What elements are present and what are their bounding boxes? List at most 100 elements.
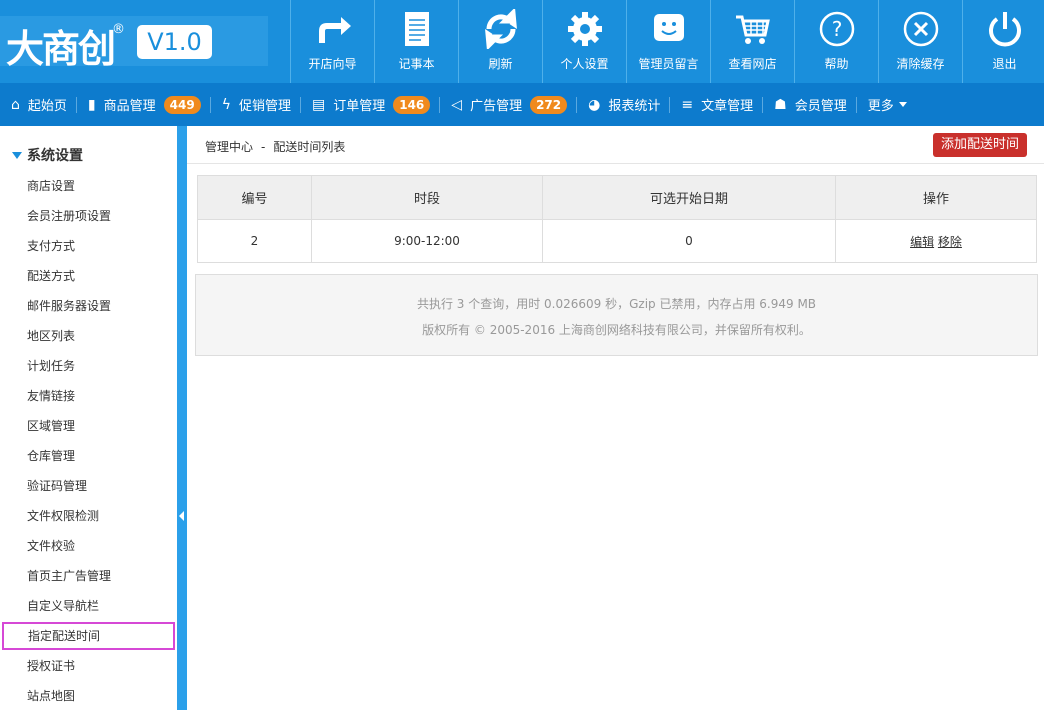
topnav-logout[interactable]: 退出 xyxy=(962,0,1044,83)
sidebar-collapse-handle[interactable] xyxy=(177,126,187,710)
clipboard-icon: ▤ xyxy=(311,96,326,113)
main-menu-bar: ⌂ 起始页 ▮ 商品管理 449 ϟ 促销管理 ▤ 订单管理 146 ◁ 广告管… xyxy=(0,83,1044,126)
power-icon xyxy=(988,12,1021,47)
table-row: 2 9:00-12:00 0 编辑 移除 xyxy=(197,219,1037,263)
sidebar-item[interactable]: 首页主广告管理 xyxy=(0,561,177,591)
sidebar-item[interactable]: 会员注册项设置 xyxy=(0,201,177,231)
menu-label: 会员管理 xyxy=(794,99,847,114)
breadcrumb: 管理中心 - 配送时间列表 xyxy=(205,138,345,155)
menu-label: 订单管理 xyxy=(333,99,386,114)
menu-promotion[interactable]: ϟ 促销管理 xyxy=(211,83,300,126)
sidebar-item[interactable]: 验证码管理 xyxy=(0,471,177,501)
sidebar-item[interactable]: 支付方式 xyxy=(0,231,177,261)
menu-goods[interactable]: ▮ 商品管理 449 xyxy=(77,83,210,126)
query-stats: 共执行 3 个查询，用时 0.026609 秒，Gzip 已禁用，内存占用 6.… xyxy=(416,297,817,311)
breadcrumb-root[interactable]: 管理中心 xyxy=(205,140,253,154)
sidebar: 系统设置 商店设置 会员注册项设置 支付方式 配送方式 邮件服务器设置 地区列表 计划任务友… xyxy=(0,126,177,710)
cell-period: 9:00-12:00 xyxy=(311,219,543,263)
sidebar-item[interactable]: 自定义导航栏 xyxy=(0,591,177,621)
sidebar-item[interactable]: 配送方式 xyxy=(0,261,177,291)
svg-text:?: ? xyxy=(831,17,842,41)
cart-icon xyxy=(735,15,770,44)
topnav-label: 管理员留言 xyxy=(638,57,699,71)
menu-label: 文章管理 xyxy=(701,99,754,114)
sidebar-section-title[interactable]: 系统设置 xyxy=(12,145,83,165)
sidebar-item[interactable]: 指定配送时间 xyxy=(1,621,176,651)
top-header: 大商创 ® V1.0 开店向导 记事本 刷新 个人设置 管理员留言 查看网店 ?… xyxy=(0,0,1044,83)
sidebar-item[interactable]: 文件权限检测 xyxy=(0,501,177,531)
sidebar-item[interactable]: 商店设置 xyxy=(0,171,177,201)
menu-orders[interactable]: ▤ 订单管理 146 xyxy=(301,83,439,126)
sidebar-item[interactable]: 地区列表 xyxy=(0,321,177,351)
count-badge: 146 xyxy=(393,95,431,114)
notepad-icon xyxy=(404,12,429,46)
topnav-label: 帮助 xyxy=(824,57,849,71)
sidebar-item[interactable]: 友情链接 xyxy=(0,381,177,411)
sidebar-item[interactable]: 授权证书 xyxy=(0,651,177,681)
count-badge: 272 xyxy=(530,95,568,114)
column-header-period: 时段 xyxy=(311,175,543,220)
collapse-arrow-icon xyxy=(179,511,184,521)
menu-more[interactable]: 更多 xyxy=(857,83,916,126)
topnav-clear-cache[interactable]: 清除缓存 xyxy=(878,0,962,83)
breadcrumb-current: 配送时间列表 xyxy=(273,140,346,154)
folder-icon: ▮ xyxy=(87,96,96,113)
breadcrumb-bar: 管理中心 - 配送时间列表 添加配送时间 xyxy=(187,126,1044,164)
chevron-down-icon xyxy=(898,102,907,107)
menu-reports[interactable]: ◕ 报表统计 xyxy=(577,83,669,126)
remove-link[interactable]: 移除 xyxy=(938,235,962,249)
sidebar-item[interactable]: 站点地图 xyxy=(0,681,177,710)
table-header-row: 编号 时段 可选开始日期 操作 xyxy=(197,175,1037,220)
logo[interactable]: 大商创 ® V1.0 xyxy=(0,16,268,71)
copyright: 版权所有 © 2005-2016 上海商创网络科技有限公司，并保留所有权利。 xyxy=(422,323,811,337)
logo-text: 大商创 xyxy=(6,26,116,71)
topnav-label: 查看网店 xyxy=(728,57,777,71)
topnav-label: 个人设置 xyxy=(560,57,609,71)
menu-label: 起始页 xyxy=(27,99,67,114)
sidebar-list: 商店设置 会员注册项设置 支付方式 配送方式 邮件服务器设置 地区列表 计划任务 友情链接 区域… xyxy=(0,171,177,710)
topnav-refresh[interactable]: 刷新 xyxy=(458,0,542,83)
menu-articles[interactable]: ≡ 文章管理 xyxy=(670,83,762,126)
menu-members[interactable]: ☗ 会员管理 xyxy=(763,83,856,126)
topnav-label: 刷新 xyxy=(488,57,513,71)
version-badge: V1.0 xyxy=(137,25,212,59)
count-badge: 449 xyxy=(163,95,201,114)
menu-ads[interactable]: ◁ 广告管理 272 xyxy=(440,83,576,126)
gear-icon xyxy=(567,12,602,46)
menu-label: 广告管理 xyxy=(470,99,523,114)
refresh-icon xyxy=(484,9,517,49)
topnav-notepad[interactable]: 记事本 xyxy=(374,0,458,83)
list-icon: ≡ xyxy=(681,96,694,113)
lightning-icon: ϟ xyxy=(221,96,231,113)
sidebar-item[interactable]: 区域管理 xyxy=(0,411,177,441)
menu-label: 商品管理 xyxy=(103,99,156,114)
topnav-help[interactable]: ? 帮助 xyxy=(794,0,878,83)
topnav-admin-message[interactable]: 管理员留言 xyxy=(626,0,710,83)
topnav-settings[interactable]: 个人设置 xyxy=(542,0,626,83)
cell-actions: 编辑 移除 xyxy=(835,219,1037,263)
menu-label: 报表统计 xyxy=(608,99,661,114)
help-icon: ? xyxy=(819,11,854,47)
cell-id: 2 xyxy=(197,219,312,263)
sidebar-item[interactable]: 仓库管理 xyxy=(0,441,177,471)
topnav-guide[interactable]: 开店向导 xyxy=(290,0,374,83)
top-nav: 开店向导 记事本 刷新 个人设置 管理员留言 查看网店 ? 帮助 清除缓存 退出 xyxy=(290,0,1044,83)
topnav-label: 退出 xyxy=(992,57,1017,71)
megaphone-icon: ◁ xyxy=(451,96,463,113)
topnav-label: 记事本 xyxy=(398,57,435,71)
topnav-label: 开店向导 xyxy=(308,57,357,71)
add-delivery-time-button[interactable]: 添加配送时间 xyxy=(933,133,1027,157)
sidebar-item[interactable]: 计划任务 xyxy=(0,351,177,381)
delivery-time-table: 编号 时段 可选开始日期 操作 2 9:00-12:00 0 编辑 移除 xyxy=(197,175,1037,263)
cell-start-date: 0 xyxy=(542,219,836,263)
caret-down-icon xyxy=(12,151,22,159)
users-icon: ☗ xyxy=(774,96,787,113)
column-header-actions: 操作 xyxy=(835,175,1037,220)
topnav-view-store[interactable]: 查看网店 xyxy=(710,0,794,83)
sidebar-item[interactable]: 邮件服务器设置 xyxy=(0,291,177,321)
breadcrumb-separator: - xyxy=(261,140,266,154)
edit-link[interactable]: 编辑 xyxy=(910,235,934,249)
pie-chart-icon: ◕ xyxy=(588,96,601,113)
menu-home[interactable]: ⌂ 起始页 xyxy=(0,83,76,126)
sidebar-item[interactable]: 文件校验 xyxy=(0,531,177,561)
